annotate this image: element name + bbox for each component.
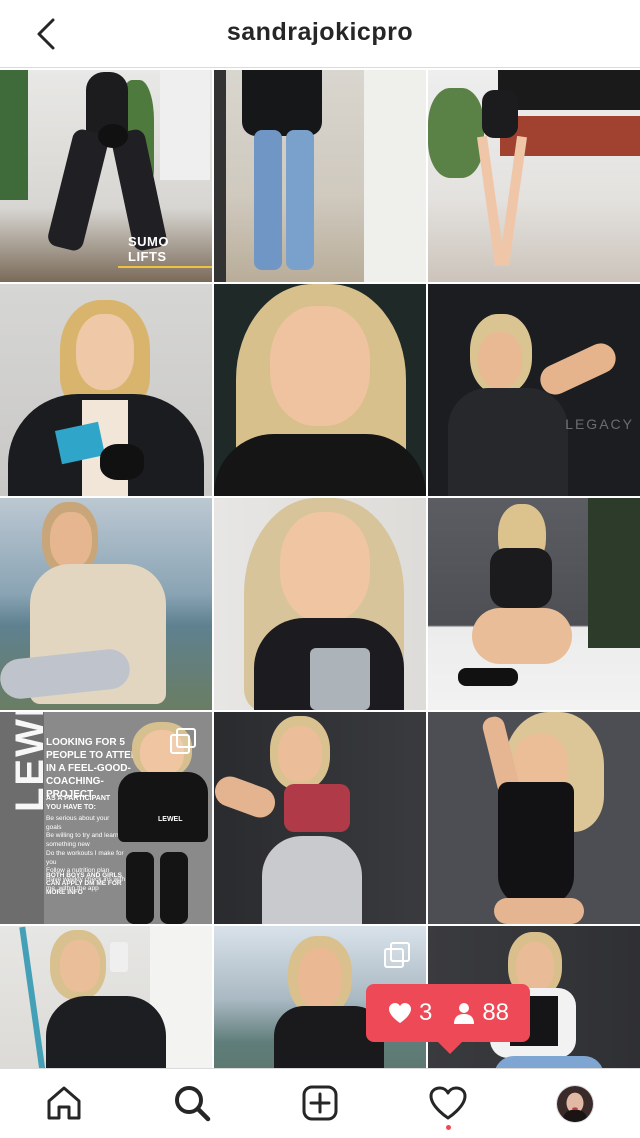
heart-outline-icon (429, 1086, 467, 1120)
bubble-pointer (438, 1042, 462, 1054)
watermark-text: LEGACY (565, 416, 634, 432)
nav-home-button[interactable] (44, 1083, 84, 1123)
post-thumbnail[interactable] (428, 498, 640, 710)
search-icon (175, 1086, 211, 1122)
post-caption-label: SUMO LIFTS (118, 234, 212, 268)
photo-grid: SUMO LIFTS LEGACY LEWEL LOOKING FOR 5 PE… (0, 70, 640, 1138)
avatar[interactable] (556, 1085, 594, 1123)
bottom-navigation (0, 1068, 640, 1138)
post-thumbnail[interactable] (428, 70, 640, 282)
poster-footer: BOTH BOYS AND GIRLS CAN APPLY DM ME FOR … (46, 872, 122, 896)
likes-count-group: 3 (387, 999, 432, 1027)
activity-notification-bubble[interactable]: 3 88 (366, 984, 530, 1054)
post-thumbnail[interactable] (0, 498, 212, 710)
poster-bullet: Be serious about your goals (46, 814, 110, 831)
person-icon (454, 1003, 475, 1024)
post-thumbnail[interactable]: LEGACY (428, 284, 640, 496)
post-thumbnail[interactable] (428, 712, 640, 924)
profile-username: sandrajokicpro (226, 18, 414, 46)
post-thumbnail-coaching-project[interactable]: LEWEL LOOKING FOR 5 PEOPLE TO ATTEND IN … (0, 712, 212, 924)
nav-search-button[interactable] (172, 1083, 212, 1123)
shirt-brand-text: LEWEL (158, 816, 183, 823)
post-thumbnail-sumo-lifts[interactable]: SUMO LIFTS (0, 70, 212, 282)
heart-filled-icon (388, 1003, 411, 1023)
post-thumbnail[interactable] (214, 498, 426, 710)
post-thumbnail[interactable] (214, 70, 426, 282)
profile-avatar-image (557, 1086, 593, 1122)
carousel-icon (170, 728, 196, 754)
likes-count: 3 (418, 999, 433, 1026)
post-thumbnail[interactable] (214, 284, 426, 496)
nav-create-button[interactable] (300, 1083, 340, 1123)
plus-square-icon (302, 1085, 338, 1121)
poster-bullet: Do the workouts I make for you (46, 849, 124, 866)
poster-bullet: Be willing to try and learn something ne… (46, 832, 119, 849)
post-thumbnail[interactable] (0, 284, 212, 496)
followers-count: 88 (482, 999, 510, 1026)
nav-activity-button[interactable] (428, 1083, 468, 1123)
poster-subheading: AS A PARTICIPANT YOU HAVE TO: (46, 795, 111, 812)
post-thumbnail[interactable] (214, 712, 426, 924)
activity-indicator-dot (446, 1125, 451, 1130)
followers-count-group: 88 (452, 999, 509, 1027)
top-bar: sandrajokicpro (0, 0, 640, 68)
carousel-icon (384, 942, 410, 968)
home-icon (47, 1086, 81, 1120)
